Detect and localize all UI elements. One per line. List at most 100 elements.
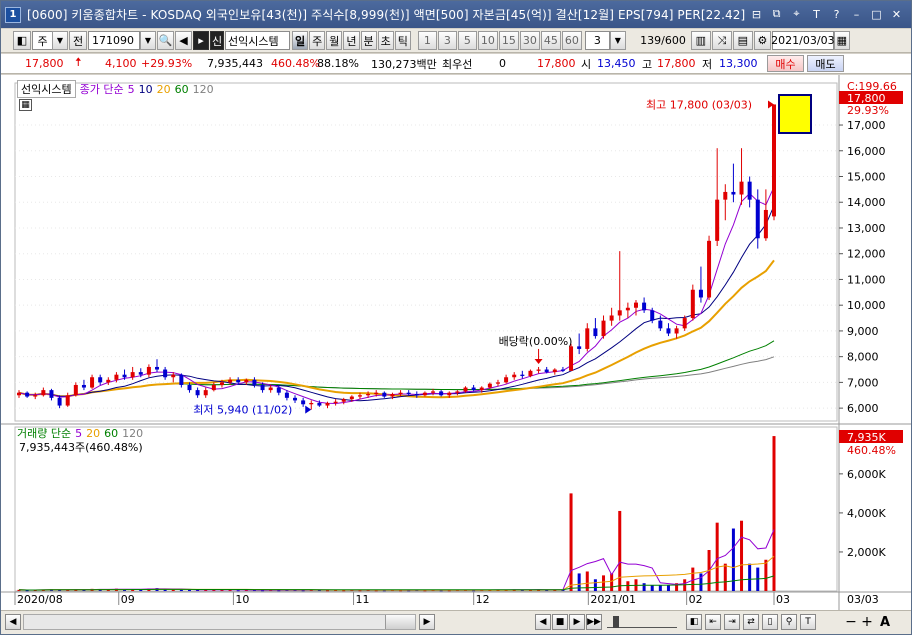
candle-body xyxy=(536,369,541,371)
interval-tab-2[interactable]: 월 xyxy=(326,31,343,50)
remove-icon[interactable]: − xyxy=(843,614,859,630)
stop-icon[interactable]: ■ xyxy=(552,614,568,630)
window-number-icon[interactable]: 1 xyxy=(5,6,21,23)
minute-button-5[interactable]: 30 xyxy=(519,31,540,50)
volume-bar xyxy=(764,559,768,591)
candle-body xyxy=(544,369,549,373)
minute-button-2[interactable]: 5 xyxy=(457,31,477,50)
buy-button[interactable]: 매수 xyxy=(767,55,804,72)
candle-body xyxy=(349,396,354,400)
price-tick-label: 15,000 xyxy=(847,171,886,184)
interval-tab-0[interactable]: 일 xyxy=(292,31,309,50)
candle-body xyxy=(471,387,476,391)
candle-body xyxy=(617,310,622,316)
zoom-mode-icon[interactable]: ⇤ xyxy=(705,614,721,630)
candle-body xyxy=(341,399,346,402)
layout-icon[interactable]: ◧ xyxy=(13,31,31,50)
prev-stock-icon[interactable]: ▸ xyxy=(193,31,209,50)
volume-tick-label: 6,000K xyxy=(847,468,886,481)
gear-icon[interactable]: ⚙ xyxy=(753,31,771,50)
low-annotation: 최저 5,940 (11/02) xyxy=(193,404,292,417)
up-arrow-icon: 🠅 xyxy=(75,55,82,69)
calendar-icon[interactable]: ▦ xyxy=(833,31,850,50)
volume-bar xyxy=(187,590,191,592)
minute-button-0[interactable]: 1 xyxy=(417,31,437,50)
zoom-fit-icon[interactable]: ⇄ xyxy=(743,614,759,630)
pin-icon[interactable]: ⌖ xyxy=(788,6,805,22)
scroll-right-icon[interactable]: ▶ xyxy=(419,614,435,630)
title-bar[interactable]: 1 [0600] 키움종합차트 - KOSDAQ 외국인보유[43(천)] 주식… xyxy=(1,1,911,28)
candle-body xyxy=(707,240,712,298)
minute-button-6[interactable]: 45 xyxy=(540,31,561,50)
grid-icon[interactable]: ▥ xyxy=(690,31,711,50)
volume-pct: 460.48% xyxy=(271,57,320,70)
code-dropdown-icon[interactable]: ▼ xyxy=(140,31,156,50)
candle-body xyxy=(114,374,119,380)
calculator-icon[interactable]: ▦ xyxy=(19,99,32,111)
interval-dropdown-icon[interactable]: ▼ xyxy=(609,31,626,50)
legend-stock-name[interactable]: 선익시스템 xyxy=(17,80,76,98)
add-icon[interactable]: + xyxy=(859,614,875,630)
interval-tab-5[interactable]: 초 xyxy=(377,31,394,50)
period-select[interactable]: 주 xyxy=(32,31,52,50)
save-icon[interactable]: ▤ xyxy=(732,31,753,50)
price-legend: 선익시스템 종가 단순 5 10 20 60 120 xyxy=(17,80,214,98)
volume-bar xyxy=(593,579,597,591)
minimize-icon[interactable]: – xyxy=(848,6,865,22)
new-badge-icon[interactable]: 신 xyxy=(210,31,224,50)
tool-icon[interactable]: ⤨ xyxy=(711,31,732,50)
help-icon[interactable]: ? xyxy=(828,6,845,22)
candle-body xyxy=(90,377,95,388)
price-tick-label: 8,000 xyxy=(847,351,879,364)
fast-forward-icon[interactable]: ▶▶ xyxy=(586,614,602,630)
legend-ma120: 120 xyxy=(192,82,214,96)
code-input[interactable]: 171090 xyxy=(88,31,140,50)
date-input[interactable]: 2021/03/03 xyxy=(771,31,835,50)
candle-body xyxy=(593,328,598,337)
scroll-left-icon[interactable]: ◀ xyxy=(5,614,21,630)
window-title: [0600] 키움종합차트 - KOSDAQ 외국인보유[43(천)] 주식수[… xyxy=(27,8,746,22)
price-tick-label: 11,000 xyxy=(847,273,886,286)
interval-input[interactable]: 3 xyxy=(584,31,610,50)
candle-body xyxy=(504,377,509,383)
minute-button-7[interactable]: 60 xyxy=(561,31,582,50)
scroll-track[interactable] xyxy=(23,614,416,630)
minute-button-3[interactable]: 10 xyxy=(477,31,498,50)
candle-body xyxy=(228,379,233,383)
price-volume-chart[interactable]: C:199.6617,80029.93%17,00016,00015,00014… xyxy=(1,75,911,611)
link-icon[interactable]: ⊟ xyxy=(748,6,765,22)
text-icon[interactable]: T xyxy=(800,614,816,630)
toolbar: ◧ 주 ▼ 전 171090 ▼ 🔍 ◀ ▸ 신 선익시스템 일주월년분초틱 1… xyxy=(1,29,911,53)
candle-body xyxy=(495,382,500,384)
scroll-thumb[interactable] xyxy=(385,615,415,629)
candle-body xyxy=(731,191,736,195)
font-size-icon[interactable]: A xyxy=(877,614,893,630)
interval-tab-6[interactable]: 틱 xyxy=(394,31,411,50)
sell-button[interactable]: 매도 xyxy=(807,55,844,72)
search-icon[interactable]: 🔍 xyxy=(157,31,174,50)
close-icon[interactable]: ✕ xyxy=(888,6,905,22)
interval-tab-1[interactable]: 주 xyxy=(309,31,326,50)
prev-button[interactable]: 전 xyxy=(69,31,87,50)
speed-slider[interactable] xyxy=(607,616,677,628)
period-dropdown-icon[interactable]: ▼ xyxy=(52,31,68,50)
candle-body xyxy=(138,372,143,375)
search-chart-icon[interactable]: ⚲ xyxy=(781,614,797,630)
first-icon[interactable]: ◀ xyxy=(535,614,551,630)
sound-icon[interactable]: ◀ xyxy=(175,31,192,50)
font-icon[interactable]: T xyxy=(808,6,825,22)
reset-zoom-icon[interactable]: ⇥ xyxy=(724,614,740,630)
candle-body xyxy=(49,390,54,398)
zoom-out-icon[interactable]: ◧ xyxy=(686,614,702,630)
candle-body xyxy=(642,302,647,311)
interval-tab-3[interactable]: 년 xyxy=(343,31,360,50)
candle-body xyxy=(463,387,468,392)
interval-tab-4[interactable]: 분 xyxy=(360,31,377,50)
minute-button-1[interactable]: 3 xyxy=(437,31,457,50)
play-icon[interactable]: ▶ xyxy=(569,614,585,630)
copy-window-icon[interactable]: ⧉ xyxy=(768,6,785,22)
minute-button-4[interactable]: 15 xyxy=(498,31,519,50)
layout-toggle-icon[interactable]: ▯ xyxy=(762,614,778,630)
chart-area[interactable]: C:199.66 17,800 29.93% 17,000 16,000 15,000 14… xyxy=(1,75,911,611)
maximize-icon[interactable]: □ xyxy=(868,6,885,22)
